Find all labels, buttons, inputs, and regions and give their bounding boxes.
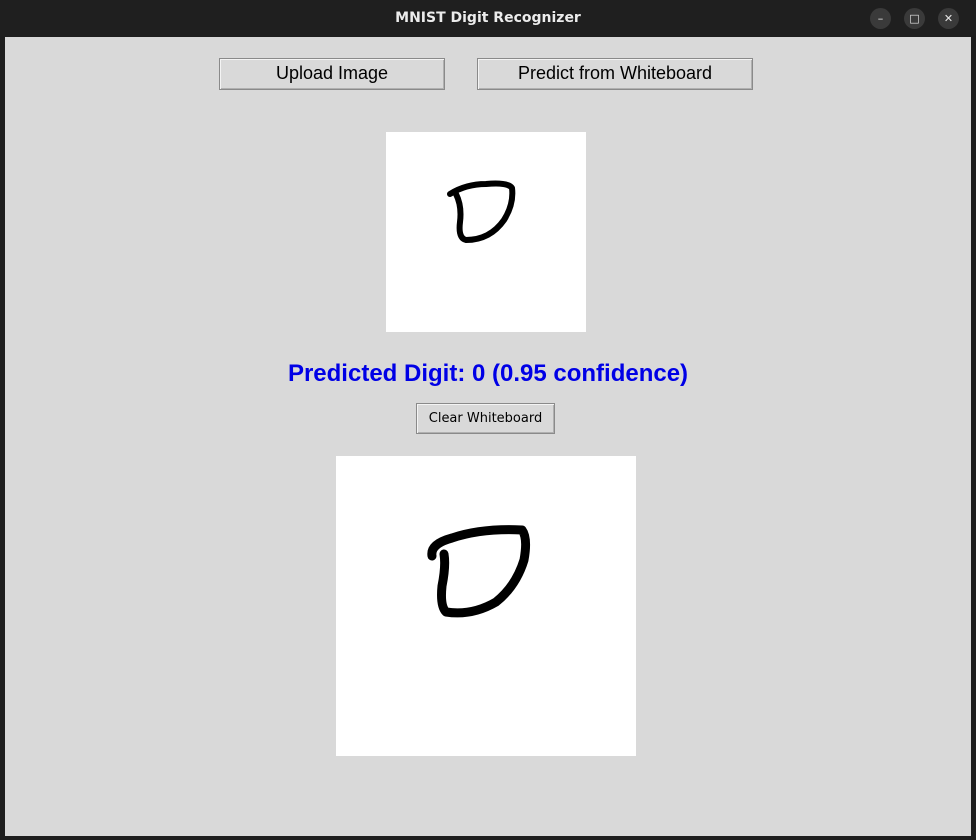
app-content: Upload Image Predict from Whiteboard Pre…	[5, 37, 971, 836]
image-preview	[386, 132, 586, 332]
maximize-button[interactable]: □	[904, 8, 925, 29]
clear-whiteboard-button[interactable]: Clear Whiteboard	[416, 403, 555, 434]
maximize-icon: □	[909, 12, 920, 25]
minimize-icon: –	[877, 12, 884, 25]
close-icon: ✕	[943, 12, 954, 25]
title-bar[interactable]: MNIST Digit Recognizer – □ ✕	[0, 0, 976, 36]
minimize-button[interactable]: –	[870, 8, 891, 29]
digit-preview-drawing	[447, 180, 516, 243]
window-title: MNIST Digit Recognizer	[395, 10, 581, 26]
app-window: MNIST Digit Recognizer – □ ✕ Upload Imag…	[0, 0, 976, 840]
prediction-label: Predicted Digit: 0 (0.95 confidence)	[287, 360, 689, 387]
upload-image-button[interactable]: Upload Image	[219, 58, 445, 90]
whiteboard-drawing	[427, 525, 531, 618]
whiteboard-canvas[interactable]	[336, 456, 636, 756]
close-button[interactable]: ✕	[938, 8, 959, 29]
predict-from-whiteboard-button[interactable]: Predict from Whiteboard	[477, 58, 753, 90]
